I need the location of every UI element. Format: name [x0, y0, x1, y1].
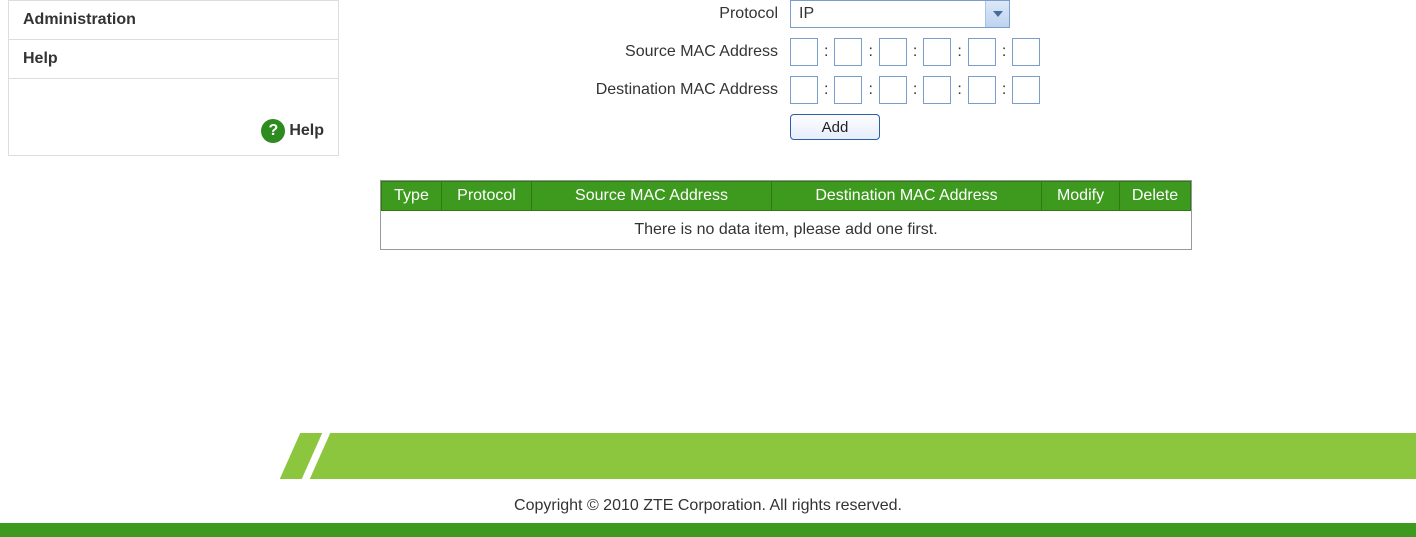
sidebar: Administration Help ? Help: [8, 0, 339, 156]
table-header-srcmac: Source MAC Address: [532, 182, 772, 210]
dest-mac-input-5[interactable]: [968, 76, 996, 104]
copyright-text: Copyright © 2010 ZTE Corporation. All ri…: [0, 479, 1416, 523]
source-mac-input-4[interactable]: [923, 38, 951, 66]
mac-separator: :: [868, 43, 872, 61]
protocol-label: Protocol: [380, 5, 790, 23]
table-header-protocol: Protocol: [442, 182, 532, 210]
protocol-select-value: IP: [791, 5, 985, 23]
mac-separator: :: [957, 43, 961, 61]
dest-mac-label: Destination MAC Address: [380, 81, 790, 99]
chevron-down-icon: [985, 1, 1009, 27]
source-mac-input-2[interactable]: [834, 38, 862, 66]
question-icon: ?: [261, 119, 285, 143]
sidebar-item-help[interactable]: Help: [9, 39, 338, 78]
dest-mac-input-1[interactable]: [790, 76, 818, 104]
footer: Copyright © 2010 ZTE Corporation. All ri…: [0, 433, 1416, 537]
help-link[interactable]: ? Help: [261, 119, 324, 143]
footer-stripe: [340, 433, 1416, 479]
main-content: Protocol IP Source MAC Address : : : : :: [380, 0, 1400, 250]
footer-decoration: [290, 433, 1398, 479]
protocol-select[interactable]: IP: [790, 0, 1010, 28]
source-mac-label: Source MAC Address: [380, 43, 790, 61]
source-mac-input-5[interactable]: [968, 38, 996, 66]
table-header: Type Protocol Source MAC Address Destina…: [381, 181, 1191, 211]
mac-separator: :: [824, 81, 828, 99]
protocol-row: Protocol IP: [380, 0, 1400, 28]
dest-mac-row: Destination MAC Address : : : : :: [380, 76, 1400, 104]
table-header-delete: Delete: [1120, 182, 1190, 210]
mac-separator: :: [824, 43, 828, 61]
source-mac-input-6[interactable]: [1012, 38, 1040, 66]
mac-separator: :: [1002, 81, 1006, 99]
footer-line: [0, 523, 1416, 537]
source-mac-input-1[interactable]: [790, 38, 818, 66]
table-header-type: Type: [382, 182, 442, 210]
source-mac-field: : : : : :: [790, 38, 1040, 66]
source-mac-row: Source MAC Address : : : : :: [380, 38, 1400, 66]
dest-mac-input-3[interactable]: [879, 76, 907, 104]
sidebar-item-administration[interactable]: Administration: [9, 0, 338, 39]
mac-separator: :: [868, 81, 872, 99]
help-link-label: Help: [289, 122, 324, 140]
sidebar-help-area: ? Help: [9, 78, 338, 155]
rules-table: Type Protocol Source MAC Address Destina…: [380, 180, 1192, 250]
add-button[interactable]: Add: [790, 114, 880, 140]
mac-separator: :: [913, 43, 917, 61]
dest-mac-input-6[interactable]: [1012, 76, 1040, 104]
table-header-dstmac: Destination MAC Address: [772, 182, 1042, 210]
table-empty-message: There is no data item, please add one fi…: [381, 211, 1191, 249]
add-button-row: Add: [380, 114, 1400, 140]
dest-mac-field: : : : : :: [790, 76, 1040, 104]
dest-mac-input-4[interactable]: [923, 76, 951, 104]
mac-separator: :: [957, 81, 961, 99]
dest-mac-input-2[interactable]: [834, 76, 862, 104]
mac-separator: :: [913, 81, 917, 99]
source-mac-input-3[interactable]: [879, 38, 907, 66]
table-header-modify: Modify: [1042, 182, 1120, 210]
mac-separator: :: [1002, 43, 1006, 61]
